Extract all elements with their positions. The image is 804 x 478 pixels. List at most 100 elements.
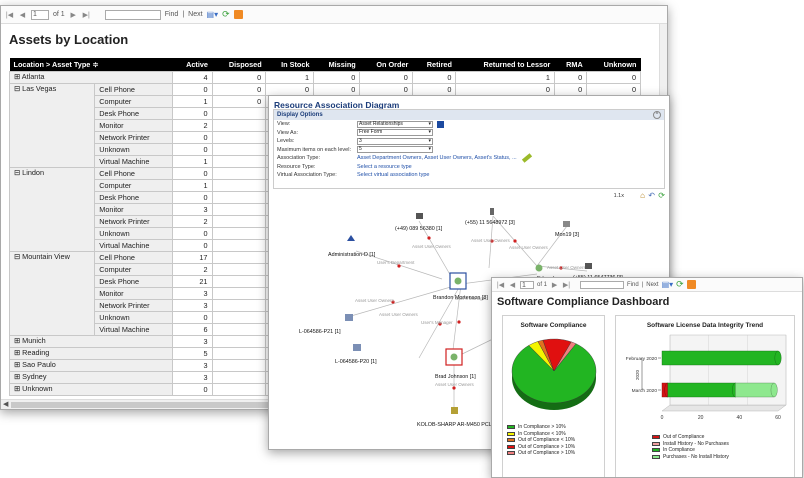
page-count-label: of 1 bbox=[53, 11, 65, 18]
home-icon[interactable]: ⌂ bbox=[640, 191, 645, 200]
count-cell bbox=[211, 166, 267, 180]
asset-type-cell: Computer bbox=[94, 262, 174, 276]
location-cell[interactable]: ⊞ Unknown bbox=[8, 382, 174, 396]
location-cell[interactable]: ⊟ Mountain View bbox=[8, 250, 96, 336]
count-cell: 0 bbox=[172, 130, 213, 144]
refresh-diagram-icon[interactable]: ⟳ bbox=[658, 191, 665, 200]
find-link[interactable]: Find bbox=[165, 11, 179, 18]
count-cell bbox=[211, 310, 267, 324]
location-cell[interactable]: ⊞ Munich bbox=[8, 334, 174, 348]
count-cell bbox=[211, 190, 267, 204]
column-header: In Stock bbox=[265, 58, 314, 71]
node-label: Administration-D [1] bbox=[328, 252, 376, 258]
user-icon bbox=[454, 277, 462, 285]
option-select[interactable]: Free Form bbox=[357, 129, 433, 137]
zoom-level: 1.1x bbox=[613, 193, 624, 199]
last-page-icon[interactable]: ▶| bbox=[82, 10, 91, 19]
page-number-input[interactable]: 1 bbox=[31, 9, 49, 20]
location-cell[interactable]: ⊟ Las Vegas bbox=[8, 82, 96, 168]
legend-label: Out of Compliance < 10% bbox=[518, 437, 576, 444]
find-link[interactable]: Find bbox=[627, 282, 639, 288]
count-cell bbox=[211, 238, 267, 252]
collapse-icon[interactable]: ⌃ bbox=[653, 111, 661, 119]
find-next-link[interactable]: Next bbox=[646, 282, 658, 288]
find-input[interactable] bbox=[104, 9, 161, 20]
refresh-icon[interactable]: ⟳ bbox=[222, 9, 230, 20]
column-header: Returned to Lessor bbox=[455, 58, 555, 71]
legend-label: Out of Compliance > 10% bbox=[518, 443, 576, 450]
option-label: View As: bbox=[277, 129, 298, 136]
option-select[interactable]: 3 bbox=[357, 137, 433, 145]
last-page-icon[interactable]: ▶| bbox=[562, 280, 571, 289]
asset-type-cell: Unknown bbox=[94, 226, 174, 240]
legend-item: Purchases - No Install History bbox=[652, 454, 794, 461]
rss-icon[interactable] bbox=[686, 280, 696, 289]
page-number-input[interactable]: 1 bbox=[520, 280, 534, 289]
option-link[interactable]: Select virtual association type bbox=[357, 172, 429, 178]
edge-label: Asset User Owners bbox=[471, 238, 511, 243]
option-select[interactable]: 5 bbox=[357, 146, 433, 154]
column-header: RMA bbox=[554, 58, 587, 71]
column-header: Disposed bbox=[212, 58, 266, 71]
next-page-icon[interactable]: ▶ bbox=[69, 10, 78, 19]
export-icon[interactable]: ▤▾ bbox=[207, 10, 219, 19]
find-next-link[interactable]: Next bbox=[188, 11, 202, 18]
bar-legend: Out of Compliance Install History - No Pu… bbox=[616, 434, 794, 460]
location-cell[interactable]: ⊟ Lindon bbox=[8, 166, 96, 252]
computer-icon bbox=[345, 314, 353, 321]
count-cell bbox=[211, 346, 267, 360]
find-input[interactable] bbox=[580, 280, 625, 289]
table-row: ⊞ Atlanta 4 0 1 0 0 0 1 0 0 bbox=[8, 70, 641, 84]
next-page-icon[interactable]: ▶ bbox=[550, 280, 559, 289]
asset-type-cell: Network Printer bbox=[94, 130, 174, 144]
count-cell: 1 bbox=[455, 70, 555, 84]
bar-segment bbox=[661, 350, 779, 366]
location-cell[interactable]: ⊞ Reading bbox=[8, 346, 174, 360]
legend-swatch bbox=[507, 451, 515, 456]
display-options-title: Display Options bbox=[277, 112, 323, 118]
prev-page-icon[interactable]: ◀ bbox=[508, 280, 517, 289]
count-cell: 0 bbox=[172, 382, 213, 396]
count-cell: 1 bbox=[172, 178, 213, 192]
count-cell bbox=[211, 322, 267, 336]
asset-type-cell: Cell Phone bbox=[94, 250, 174, 264]
count-cell bbox=[211, 358, 267, 372]
column-header: Missing bbox=[313, 58, 360, 71]
asset-type-cell: Computer bbox=[94, 178, 174, 192]
location-cell[interactable]: ⊞ Atlanta bbox=[8, 70, 174, 84]
first-page-icon[interactable]: |◀ bbox=[5, 10, 14, 19]
legend-item: Out of Compliance > 10% bbox=[507, 450, 604, 457]
location-cell[interactable]: ⊞ Sao Paulo bbox=[8, 358, 174, 372]
scroll-left-icon[interactable]: ◀ bbox=[3, 400, 8, 408]
refresh-icon[interactable]: ⟳ bbox=[676, 279, 684, 290]
count-cell: 0 bbox=[211, 70, 267, 84]
node-label: (+55) 11 5648972 [3] bbox=[465, 220, 515, 226]
count-cell bbox=[211, 202, 267, 216]
count-cell: 3 bbox=[172, 334, 213, 348]
x-tick-label: 20 bbox=[698, 415, 704, 421]
prev-page-icon[interactable]: ◀ bbox=[18, 10, 27, 19]
count-cell bbox=[211, 262, 267, 276]
column-header[interactable]: Location > Asset Type ≑ bbox=[9, 58, 173, 71]
legend-swatch bbox=[507, 425, 515, 430]
rss-icon[interactable] bbox=[233, 10, 243, 19]
count-cell: 0 bbox=[265, 82, 315, 96]
option-link[interactable]: Asset Department Owners, Asset User Owne… bbox=[357, 155, 517, 161]
first-page-icon[interactable]: |◀ bbox=[496, 280, 505, 289]
legend-label: Out of Compliance > 10% bbox=[518, 450, 576, 457]
save-icon[interactable] bbox=[437, 120, 444, 128]
count-cell: 0 bbox=[172, 238, 213, 252]
option-select[interactable]: Asset Relationships bbox=[357, 120, 433, 128]
option-row: Resource Type: Select a resource type bbox=[274, 163, 664, 172]
location-cell[interactable]: ⊞ Sydney bbox=[8, 370, 174, 384]
count-cell bbox=[211, 178, 267, 192]
column-header: Active bbox=[172, 58, 212, 71]
undo-icon[interactable]: ↶ bbox=[648, 191, 655, 200]
count-cell bbox=[211, 334, 267, 348]
export-icon[interactable]: ▤▾ bbox=[662, 280, 674, 289]
option-link[interactable]: Select a resource type bbox=[357, 164, 412, 170]
count-cell: 0 bbox=[172, 226, 213, 240]
count-cell: 21 bbox=[172, 274, 213, 288]
dashboard-title: Software Compliance Dashboard bbox=[497, 296, 670, 308]
data-integrity-panel: Software License Data Integrity Trend 0 2… bbox=[615, 315, 795, 477]
